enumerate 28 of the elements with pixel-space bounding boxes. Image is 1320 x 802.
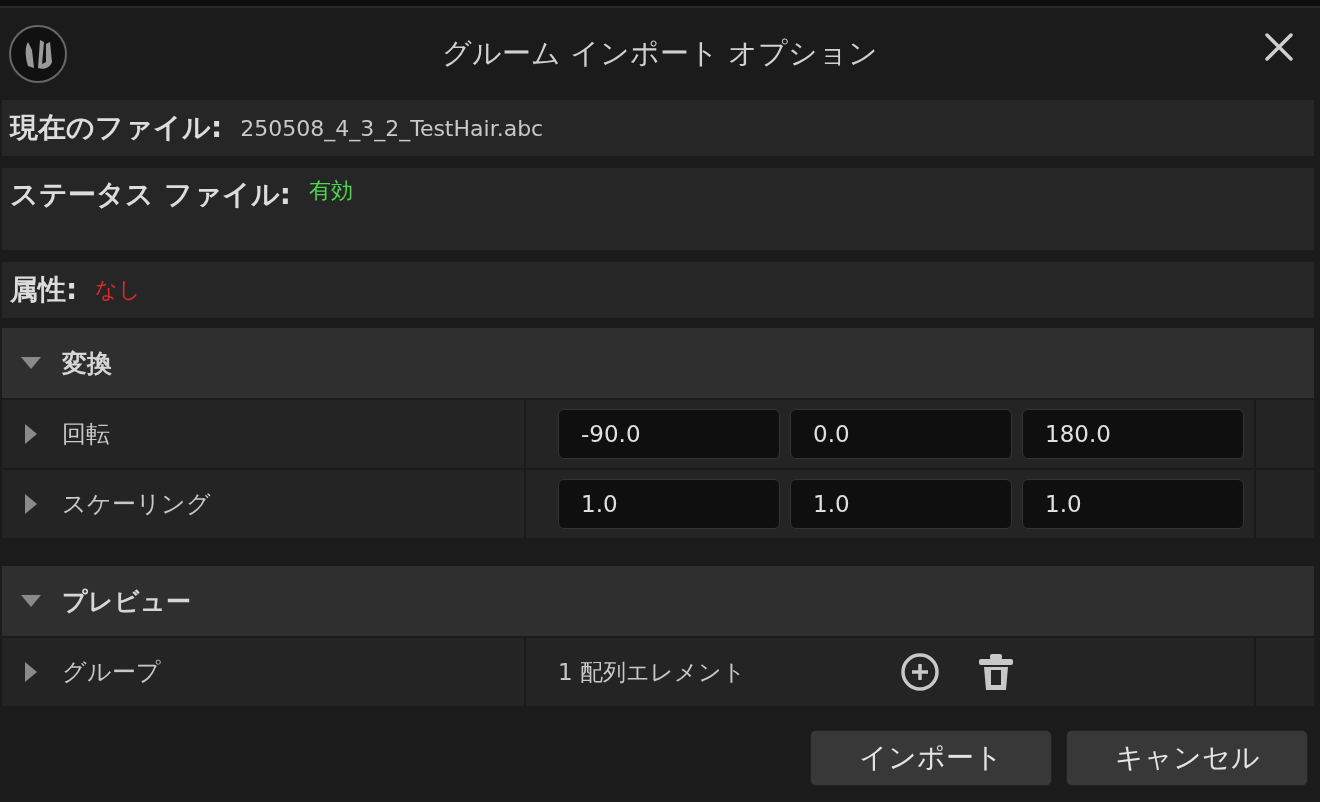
number-field[interactable]: 0.0	[790, 409, 1012, 459]
logo-icon	[8, 24, 68, 84]
status-value: なし	[95, 276, 142, 304]
number-field[interactable]: -90.0	[558, 409, 780, 459]
cancel-button[interactable]: キャンセル	[1066, 730, 1308, 786]
section-title: プレビュー	[62, 585, 191, 618]
section-title: 変換	[62, 347, 112, 380]
number-field[interactable]: 1.0	[1022, 479, 1244, 529]
field-label: 属性:	[10, 272, 78, 308]
close-button[interactable]	[1262, 30, 1296, 64]
array-count: 1 配列エレメント	[558, 657, 747, 687]
property-label: グループ	[62, 657, 161, 688]
number-field[interactable]: 1.0	[558, 479, 780, 529]
file-name: 250508_4_3_2_TestHair.abc	[240, 115, 544, 141]
property-label: スケーリング	[62, 489, 211, 520]
import-button[interactable]: インポート	[810, 730, 1052, 786]
window-title: グルーム インポート オプション	[441, 35, 879, 72]
section-header[interactable]: 変換	[2, 328, 1314, 400]
status-value: 有効	[308, 177, 353, 205]
property-label: 回転	[62, 419, 110, 450]
close-icon	[1262, 30, 1296, 64]
add-button[interactable]	[898, 650, 942, 694]
field-label: ステータス ファイル:	[10, 177, 291, 213]
number-field[interactable]: 1.0	[790, 479, 1012, 529]
number-field[interactable]: 180.0	[1022, 409, 1244, 459]
add-icon	[898, 650, 942, 694]
field-label: 現在のファイル:	[10, 110, 223, 146]
section-header[interactable]: プレビュー	[2, 566, 1314, 638]
